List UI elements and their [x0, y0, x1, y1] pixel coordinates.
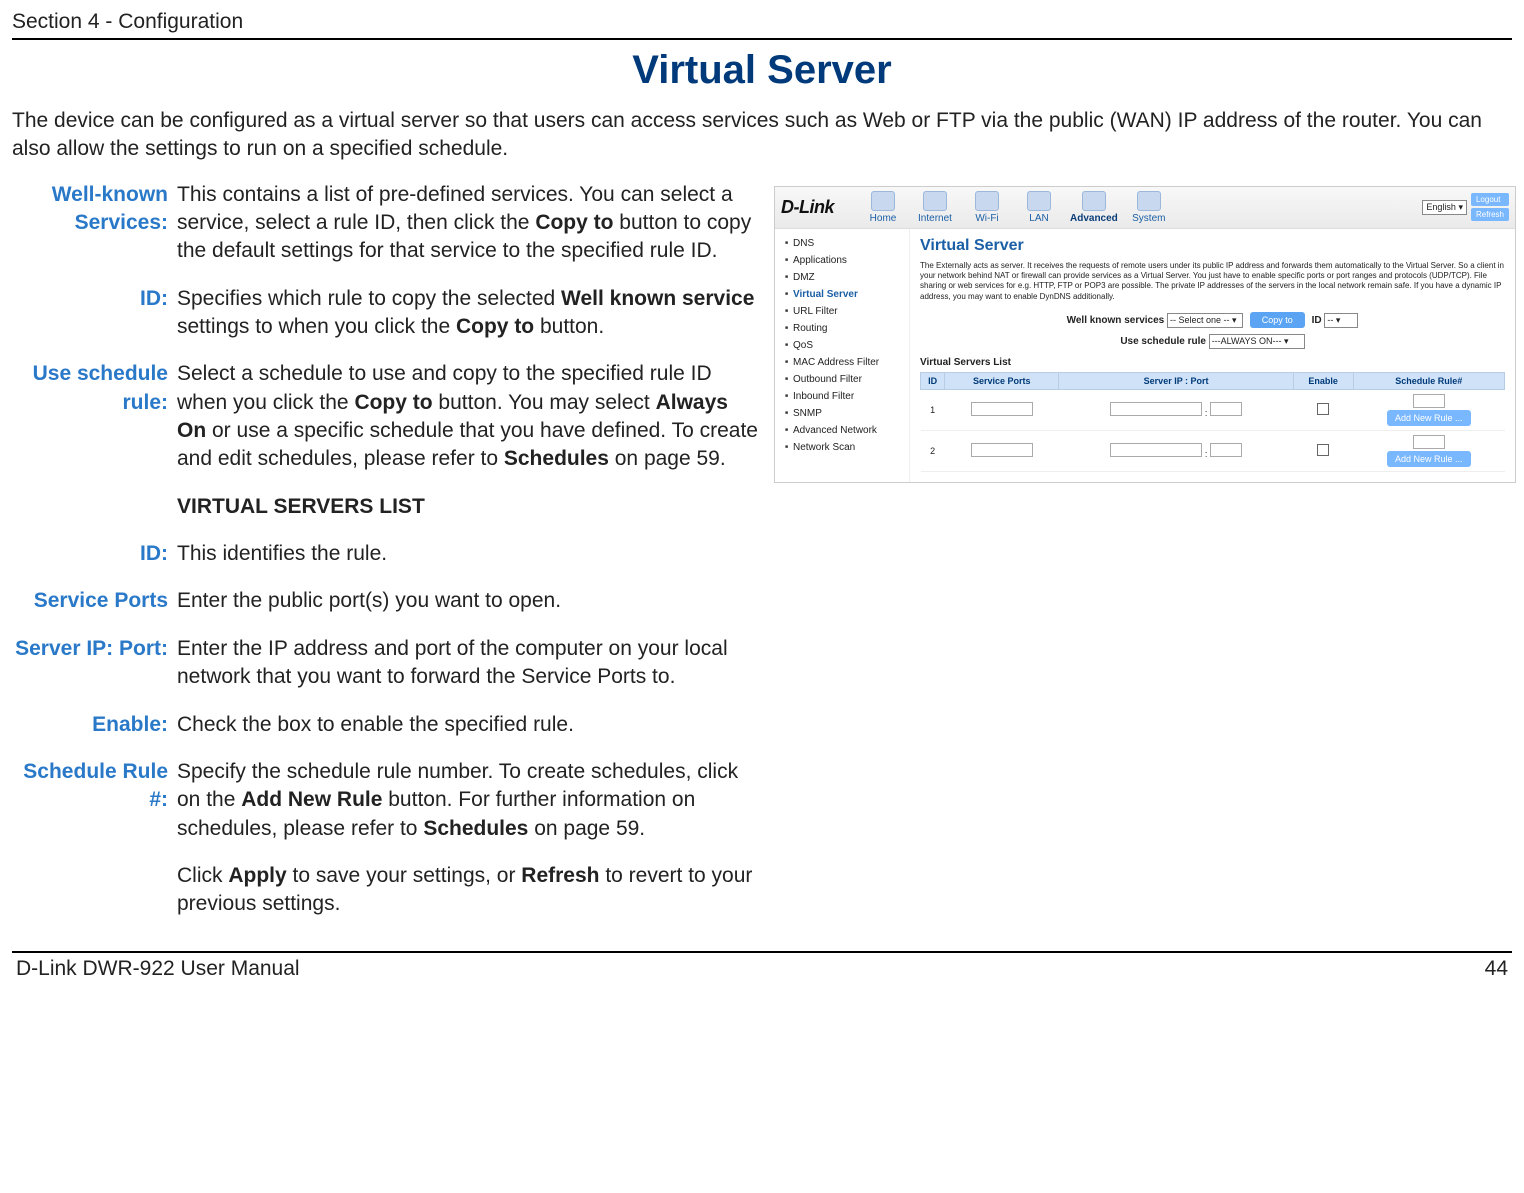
- sidebar-item-qos[interactable]: QoS: [785, 337, 905, 354]
- nav-advanced[interactable]: Advanced: [1070, 191, 1118, 224]
- row-id: 2: [921, 431, 945, 472]
- top-nav: Home Internet Wi-Fi LAN Advanced System: [862, 191, 1422, 224]
- label-well-known: Well-known Services:: [12, 180, 176, 284]
- table-row: 2 : Add New Rule ...: [921, 431, 1505, 472]
- dlink-logo: D-Link: [781, 197, 834, 218]
- nav-wifi[interactable]: Wi-Fi: [966, 191, 1008, 224]
- section-header: Section 4 - Configuration: [12, 10, 1512, 36]
- use-schedule-rule-label: Use schedule rule: [1120, 336, 1206, 347]
- system-icon: [1137, 191, 1161, 211]
- nav-internet[interactable]: Internet: [914, 191, 956, 224]
- server-port-input[interactable]: [1210, 443, 1242, 457]
- copy-to-button[interactable]: Copy to: [1250, 312, 1305, 328]
- virtual-servers-list-heading: VIRTUAL SERVERS LIST: [177, 493, 761, 521]
- desc-server-ip-port: Enter the IP address and port of the com…: [176, 634, 762, 710]
- desc-use-schedule: Select a schedule to use and copy to the…: [176, 359, 762, 491]
- col-enable: Enable: [1293, 373, 1353, 390]
- desc-apply-refresh: Click Apply to save your settings, or Re…: [176, 861, 762, 937]
- service-ports-input[interactable]: [971, 443, 1033, 457]
- sidebar-item-mac-filter[interactable]: MAC Address Filter: [785, 354, 905, 371]
- panel-title: Virtual Server: [920, 237, 1505, 255]
- sidebar-item-advanced-network[interactable]: Advanced Network: [785, 422, 905, 439]
- sidebar-item-dns[interactable]: DNS: [785, 235, 905, 252]
- desc-schedule-rule-num: Specify the schedule rule number. To cre…: [176, 757, 762, 861]
- table-row: 1 : Add New Rule ...: [921, 390, 1505, 431]
- schedule-rule-input[interactable]: [1413, 435, 1445, 449]
- sidebar-item-inbound-filter[interactable]: Inbound Filter: [785, 388, 905, 405]
- well-known-services-label: Well known services: [1067, 315, 1165, 326]
- col-server-ip-port: Server IP : Port: [1059, 373, 1293, 390]
- desc-service-ports: Enter the public port(s) you want to ope…: [176, 586, 762, 633]
- desc-enable: Check the box to enable the specified ru…: [176, 710, 762, 757]
- label-schedule-rule-num: Schedule Rule #:: [12, 757, 176, 861]
- refresh-button[interactable]: Refresh: [1471, 208, 1509, 221]
- server-ip-input[interactable]: [1110, 402, 1202, 416]
- label-server-ip-port: Server IP: Port:: [12, 634, 176, 710]
- home-icon: [871, 191, 895, 211]
- sidebar-item-dmz[interactable]: DMZ: [785, 269, 905, 286]
- well-known-services-select[interactable]: -- Select one -- ▾: [1167, 313, 1243, 328]
- server-port-input[interactable]: [1210, 402, 1242, 416]
- globe-icon: [923, 191, 947, 211]
- lan-icon: [1027, 191, 1051, 211]
- sidebar-item-network-scan[interactable]: Network Scan: [785, 439, 905, 456]
- sidebar-item-virtual-server[interactable]: Virtual Server: [785, 286, 905, 303]
- enable-checkbox[interactable]: [1317, 403, 1329, 415]
- label-use-schedule: Use schedule rule:: [12, 359, 176, 491]
- label-enable: Enable:: [12, 710, 176, 757]
- row-id: 1: [921, 390, 945, 431]
- service-ports-input[interactable]: [971, 402, 1033, 416]
- nav-home[interactable]: Home: [862, 191, 904, 224]
- col-service-ports: Service Ports: [945, 373, 1059, 390]
- wifi-icon: [975, 191, 999, 211]
- schedule-rule-input[interactable]: [1413, 394, 1445, 408]
- desc-id-list: This identifies the rule.: [176, 539, 762, 586]
- definitions-column: Well-known Services: This contains a lis…: [12, 180, 762, 937]
- col-id: ID: [921, 373, 945, 390]
- add-new-rule-button[interactable]: Add New Rule ...: [1387, 451, 1471, 467]
- panel-description: The Externally acts as server. It receiv…: [920, 261, 1505, 303]
- enable-checkbox[interactable]: [1317, 444, 1329, 456]
- intro-text: The device can be configured as a virtua…: [12, 107, 1512, 164]
- language-select[interactable]: English ▾: [1422, 200, 1467, 215]
- nav-system[interactable]: System: [1128, 191, 1170, 224]
- divider-top: [12, 38, 1512, 40]
- id-select[interactable]: -- ▾: [1324, 313, 1358, 328]
- page-number: 44: [1485, 957, 1508, 981]
- sidebar: DNS Applications DMZ Virtual Server URL …: [775, 229, 910, 483]
- label-id-list: ID:: [12, 539, 176, 586]
- virtual-servers-table: ID Service Ports Server IP : Port Enable…: [920, 372, 1505, 472]
- label-id-top: ID:: [12, 284, 176, 360]
- sidebar-item-applications[interactable]: Applications: [785, 252, 905, 269]
- embedded-router-screenshot: D-Link Home Internet Wi-Fi LAN Advanced …: [774, 186, 1516, 484]
- sidebar-item-outbound-filter[interactable]: Outbound Filter: [785, 371, 905, 388]
- desc-well-known: This contains a list of pre-defined serv…: [176, 180, 762, 284]
- col-schedule-rule: Schedule Rule#: [1353, 373, 1504, 390]
- use-schedule-rule-select[interactable]: ---ALWAYS ON--- ▾: [1209, 334, 1305, 349]
- sidebar-item-url-filter[interactable]: URL Filter: [785, 303, 905, 320]
- footer-manual-title: D-Link DWR-922 User Manual: [16, 957, 300, 981]
- id-label: ID: [1312, 315, 1322, 326]
- sidebar-item-routing[interactable]: Routing: [785, 320, 905, 337]
- label-service-ports: Service Ports: [12, 586, 176, 633]
- server-ip-input[interactable]: [1110, 443, 1202, 457]
- virtual-servers-list-heading-ui: Virtual Servers List: [920, 357, 1505, 368]
- page-title: Virtual Server: [12, 48, 1512, 93]
- add-new-rule-button[interactable]: Add New Rule ...: [1387, 410, 1471, 426]
- divider-bottom: [12, 951, 1512, 953]
- sidebar-item-snmp[interactable]: SNMP: [785, 405, 905, 422]
- desc-id-top: Specifies which rule to copy the selecte…: [176, 284, 762, 360]
- nav-lan[interactable]: LAN: [1018, 191, 1060, 224]
- logout-button[interactable]: Logout: [1471, 193, 1509, 206]
- advanced-icon: [1082, 191, 1106, 211]
